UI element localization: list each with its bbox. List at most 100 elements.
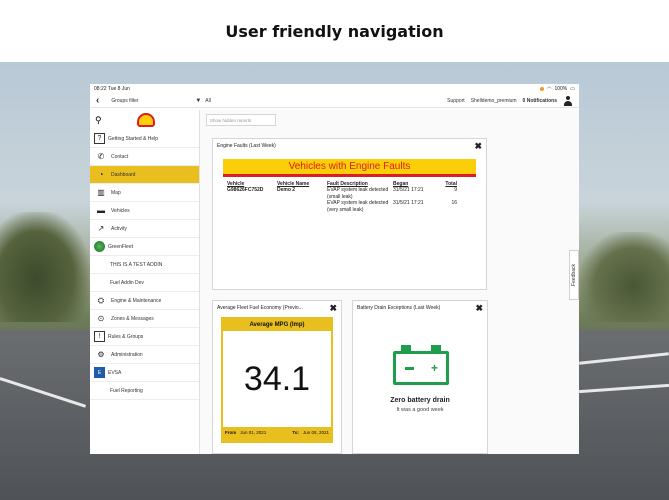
recording-dot-icon (540, 87, 545, 91)
sidebar-item-label: Engine & Maintenance (111, 297, 162, 304)
cell-began: 31/5/21 17:21 (393, 200, 424, 206)
wifi-icon: ◠ (547, 86, 552, 92)
engine-faults-table: Vehicle Vehicle Name Fault Description B… (225, 181, 459, 213)
help-icon: ? (94, 133, 105, 144)
mpg-value: 34.1 (223, 331, 331, 427)
cell-total: 16 (451, 200, 457, 206)
battery-drain-subtext: It was a good week (396, 407, 444, 413)
battery-level: 100% (554, 86, 568, 92)
fuel-economy-title: Average Fleet Fuel Economy (Previo... (217, 305, 303, 311)
sidebar-item-label: Zones & Messages (111, 315, 154, 322)
sidebar-item-label: Rules & Groups (108, 333, 144, 340)
sidebar-item-label: Administration (111, 351, 143, 358)
top-bar: ‹ Groups filter ▼ All Support Shelldemo_… (90, 94, 579, 108)
engine-faults-banner: Vehicles with Engine Faults (223, 159, 476, 177)
mpg-date-range: From Jun 01, 2021 To: Jun 08, 2021 (223, 427, 331, 435)
show-hidden-reports-label: Show hidden reports (210, 117, 252, 123)
dashboard-icon: ◔ (98, 170, 104, 179)
sidebar-item-label: Dashboard (111, 171, 136, 178)
cell-fault: EVAP system leak detected (very small le… (327, 200, 389, 213)
sidebar-item-evsa[interactable]: E EVSA (90, 364, 199, 382)
cell-vehicle-name (275, 200, 325, 213)
show-hidden-reports-select[interactable]: Show hidden reports (206, 114, 276, 126)
exclamation-icon: ! (94, 331, 105, 342)
sidebar-item-label: Activity (111, 225, 127, 232)
shell-logo (136, 112, 156, 128)
sidebar-item-label: Vehicles (111, 207, 130, 214)
groups-filter-value[interactable]: All (205, 98, 211, 104)
cell-fault: EVAP system leak detected (small leak) (327, 187, 389, 200)
sidebar-item-label: EVSA (108, 369, 122, 376)
engine-faults-title: Engine Faults (Last Week) (217, 143, 276, 149)
sidebar-header: ⚲ (90, 110, 199, 130)
pin-icon: ⊙ (97, 314, 105, 323)
close-icon[interactable]: ✖ (475, 303, 483, 313)
fuel-economy-card: Average Fleet Fuel Economy (Previo... ✖ … (212, 300, 342, 454)
mpg-title: Average MPG (Imp) (249, 322, 305, 328)
sidebar-item-rules[interactable]: ! Rules & Groups (90, 328, 199, 346)
back-chevron-icon[interactable]: ‹ (96, 95, 99, 106)
sidebar-item-fuel-addin-dev[interactable]: Fuel Addin Dev (90, 274, 199, 292)
user-avatar-icon[interactable] (563, 95, 573, 106)
activity-icon: ↗ (97, 224, 105, 233)
table-row: G98626FC752D Demo 2 EVAP system leak det… (225, 187, 459, 200)
battery-drain-title: Battery Drain Exceptions (Last Week) (357, 305, 441, 311)
from-label: From (225, 430, 237, 435)
battery-icon: + (393, 345, 449, 385)
groups-filter[interactable]: Groups filter (111, 98, 195, 104)
close-icon[interactable]: ✖ (329, 303, 337, 313)
status-time: 08:22 (94, 86, 107, 92)
battery-drain-card: Battery Drain Exceptions (Last Week) ✖ +… (352, 300, 488, 454)
globe-icon (94, 241, 105, 252)
sidebar-item-contact[interactable]: ✆ Contact (90, 148, 199, 166)
sidebar-item-zones[interactable]: ⊙ Zones & Messages (90, 310, 199, 328)
sidebar: ⚲ ? Getting Started & Help ✆ Contact ◔ Dash… (90, 110, 200, 454)
search-icon[interactable]: ⚲ (95, 115, 102, 126)
caret-down-icon[interactable]: ▼ (195, 98, 201, 104)
notifications-link[interactable]: 0 Notifications (523, 98, 557, 104)
feedback-tab[interactable]: Feedback (569, 250, 579, 300)
gear-icon: ⚙ (97, 350, 105, 359)
engine-faults-card: Engine Faults (Last Week) ✖ Vehicles wit… (212, 138, 487, 290)
battery-icon: ▭ (570, 86, 575, 92)
cell-vehicle (225, 200, 275, 213)
dashboard-main: Show hidden reports Engine Faults (Last … (200, 110, 579, 454)
headline-banner: User friendly navigation (0, 0, 669, 62)
sidebar-item-label: Getting Started & Help (108, 135, 159, 142)
status-bar: 08:22 Tue 8 Jun ◠ 100% ▭ (90, 84, 579, 94)
sidebar-item-help[interactable]: ? Getting Started & Help (90, 130, 199, 148)
sidebar-item-administration[interactable]: ⚙ Administration (90, 346, 199, 364)
sidebar-item-label: Fuel Addin Dev (110, 279, 144, 286)
cell-total: 9 (454, 187, 457, 193)
sidebar-item-greenfleet[interactable]: GreenFleet (90, 238, 199, 256)
to-label: To: (292, 430, 299, 435)
status-date: Tue 8 Jun (107, 86, 130, 92)
sidebar-item-fuel-reporting[interactable]: Fuel Reporting (90, 382, 199, 400)
map-icon: ▥ (97, 188, 105, 197)
table-row: EVAP system leak detected (very small le… (225, 200, 459, 213)
sidebar-item-test-addin[interactable]: THIS IS A TEST ADDIN (90, 256, 199, 274)
evsa-icon: E (94, 367, 105, 378)
user-name[interactable]: Shelldemo_premium (471, 98, 517, 104)
sidebar-item-engine[interactable]: ⛭ Engine & Maintenance (90, 292, 199, 310)
cell-vehicle[interactable]: G98626FC752D (225, 187, 275, 200)
sidebar-item-dashboard[interactable]: ◔ Dashboard (90, 166, 199, 184)
sidebar-item-activity[interactable]: ↗ Activity (90, 220, 199, 238)
phone-icon: ✆ (97, 152, 105, 161)
sidebar-item-vehicles[interactable]: ▬ Vehicles (90, 202, 199, 220)
trees-left (0, 212, 90, 322)
mpg-panel: Average MPG (Imp) 34.1 From Jun 01, 2021 … (221, 317, 333, 443)
headline-text: User friendly navigation (225, 21, 444, 41)
cell-vehicle-name[interactable]: Demo 2 (275, 187, 325, 200)
sidebar-item-map[interactable]: ▥ Map (90, 184, 199, 202)
sidebar-item-label: GreenFleet (108, 243, 134, 250)
support-link[interactable]: Support (447, 98, 465, 104)
close-icon[interactable]: ✖ (474, 141, 482, 151)
sidebar-item-label: THIS IS A TEST ADDIN (110, 261, 163, 268)
truck-icon: ▬ (97, 206, 105, 215)
sidebar-item-label: Map (111, 189, 121, 196)
battery-drain-message: Zero battery drain (390, 397, 450, 404)
from-date: Jun 01, 2021 (240, 430, 267, 435)
trees-right (579, 232, 669, 322)
app-window: 08:22 Tue 8 Jun ◠ 100% ▭ ‹ Groups filter… (90, 84, 579, 454)
